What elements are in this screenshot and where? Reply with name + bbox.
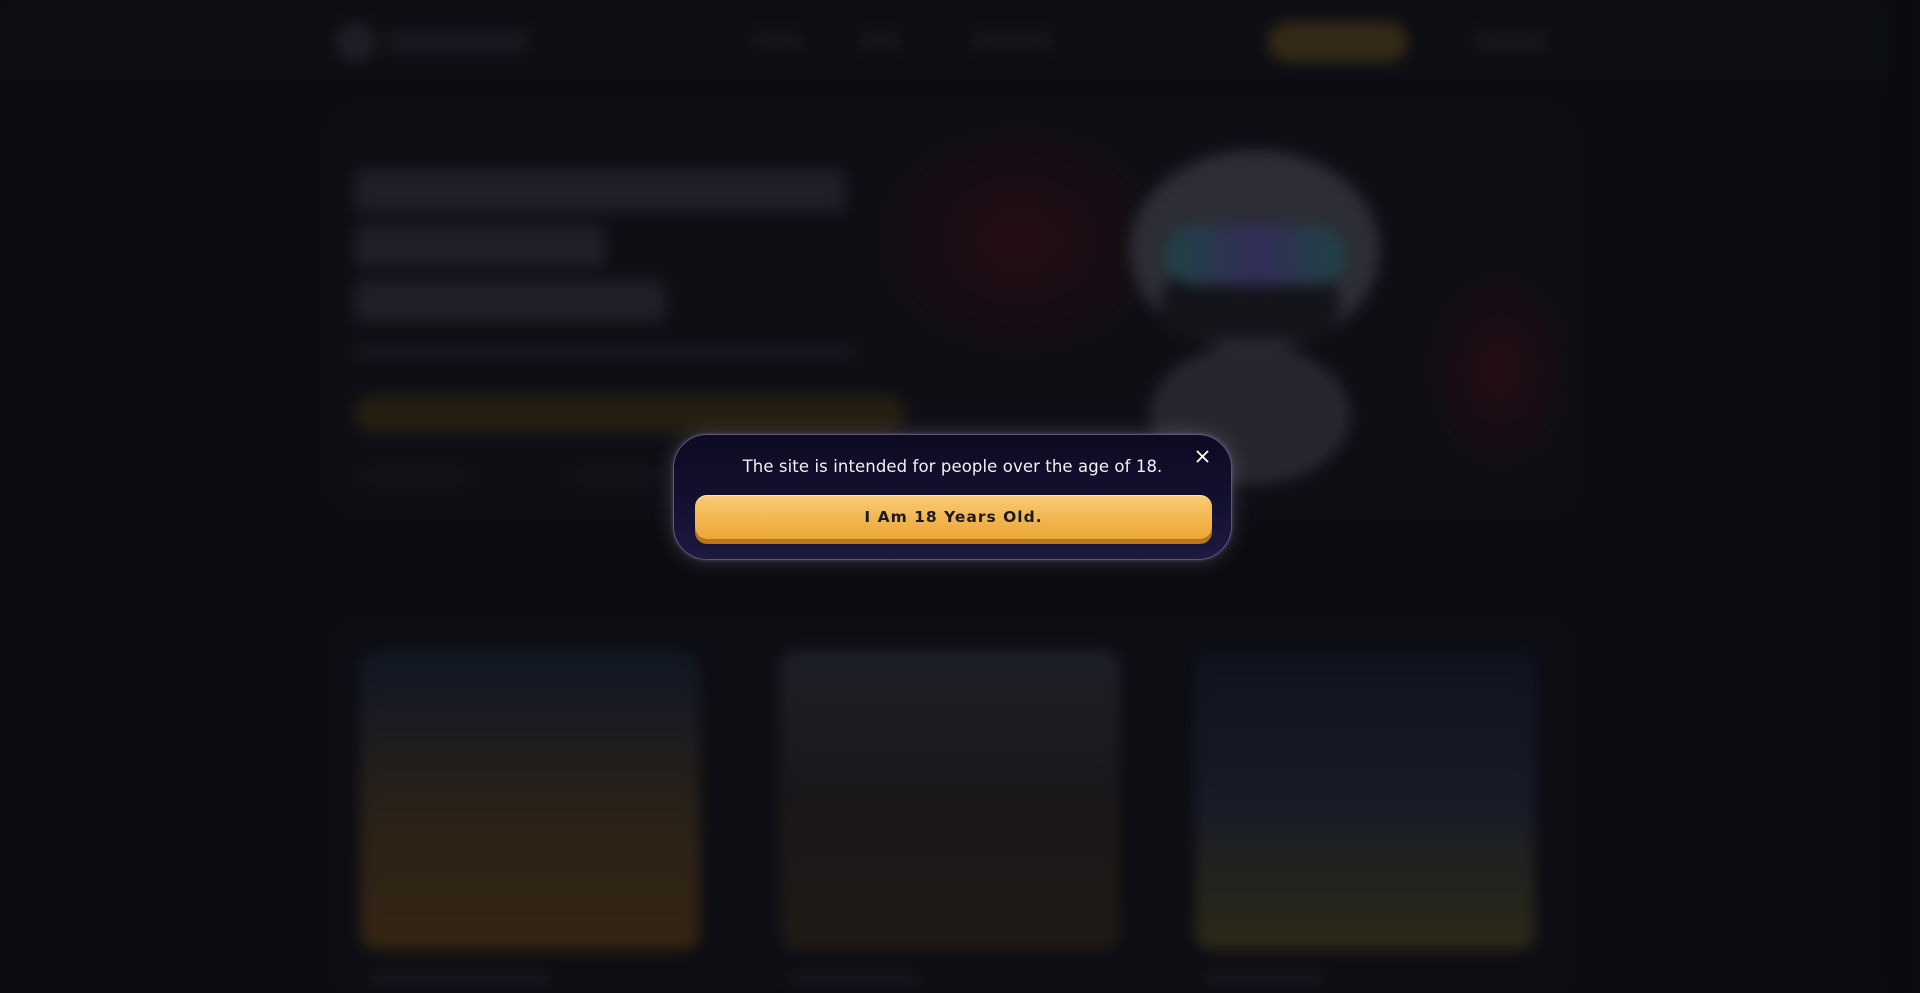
close-button[interactable] (1189, 443, 1215, 469)
close-icon (1196, 450, 1208, 462)
confirm-age-label: I Am 18 Years Old. (864, 508, 1043, 526)
age-verification-modal: The site is intended for people over the… (673, 434, 1232, 560)
age-notice-text: The site is intended for people over the… (742, 457, 1163, 476)
confirm-age-button[interactable]: I Am 18 Years Old. (695, 495, 1212, 539)
